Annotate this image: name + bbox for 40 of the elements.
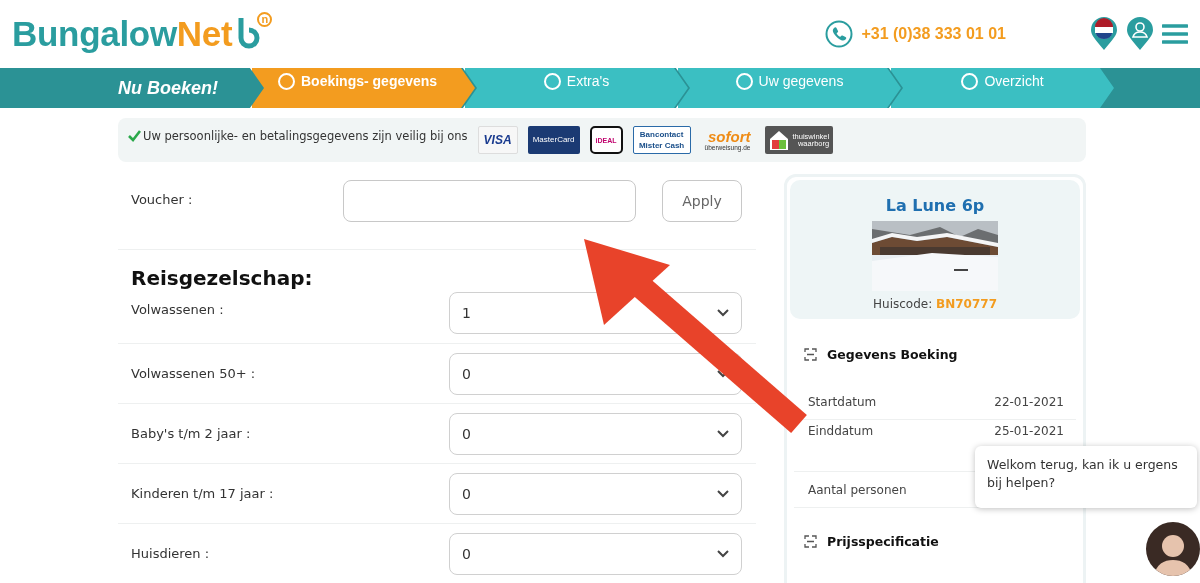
chevron-down-icon xyxy=(717,429,729,438)
voucher-input[interactable] xyxy=(343,180,636,222)
detail-value: 22-01-2021 xyxy=(994,394,1064,409)
phone-icon xyxy=(825,20,854,48)
field-label: Baby's t/m 2 jaar : xyxy=(131,426,251,441)
detail-label: Einddatum xyxy=(808,424,874,438)
detail-label: Aantal personen xyxy=(808,482,907,497)
visa-logo: VISA xyxy=(477,126,518,154)
field-label: Kinderen t/m 17 jaar : xyxy=(131,486,274,501)
detail-label: Startdatum xyxy=(808,394,877,409)
property-title[interactable]: La Lune 6p xyxy=(885,196,985,215)
select-field[interactable]: 0 xyxy=(449,412,742,455)
security-text: Uw persoonlijke- en betalingsgegevens zijn veilig bij ons xyxy=(143,129,468,143)
field-label: Huisdieren : xyxy=(131,546,210,561)
field-label: Volwassenen 50+ : xyxy=(131,366,256,381)
chat-message: Welkom terug, kan ik u ergens bij helpen? xyxy=(975,446,1197,508)
house-code: Huiscode: BN70777 xyxy=(873,297,997,311)
list-icon xyxy=(804,535,817,548)
section-heading: Reisgezelschap: xyxy=(131,266,314,290)
mastercard-logo: MasterCard xyxy=(527,126,580,154)
field-label: Volwassenen : xyxy=(131,302,224,317)
avatar[interactable] xyxy=(1146,522,1200,576)
chevron-down-icon xyxy=(717,489,729,498)
flag-pin-icon[interactable] xyxy=(1090,17,1118,51)
chevron-down-icon xyxy=(717,309,729,317)
select-field[interactable]: 0 xyxy=(449,532,742,575)
menu-icon[interactable] xyxy=(1162,24,1188,44)
user-pin-icon[interactable] xyxy=(1126,17,1154,51)
select-field[interactable]: 0 xyxy=(449,472,742,515)
chevron-down-icon xyxy=(717,549,729,558)
section-heading: Prijsspecificatie xyxy=(827,534,939,549)
bancontact-logo: Bancontact Mister Cash xyxy=(632,126,691,154)
check-icon xyxy=(128,130,141,142)
logo[interactable]: BungalowNet n xyxy=(12,12,273,56)
detail-value: 25-01-2021 xyxy=(994,424,1064,438)
booking-title: Nu Boeken! xyxy=(118,77,218,99)
voucher-label: Voucher : xyxy=(131,192,193,207)
section-heading: Gegevens Boeking xyxy=(827,347,958,362)
apply-button[interactable]: Apply xyxy=(662,180,742,222)
list-icon xyxy=(804,348,817,361)
